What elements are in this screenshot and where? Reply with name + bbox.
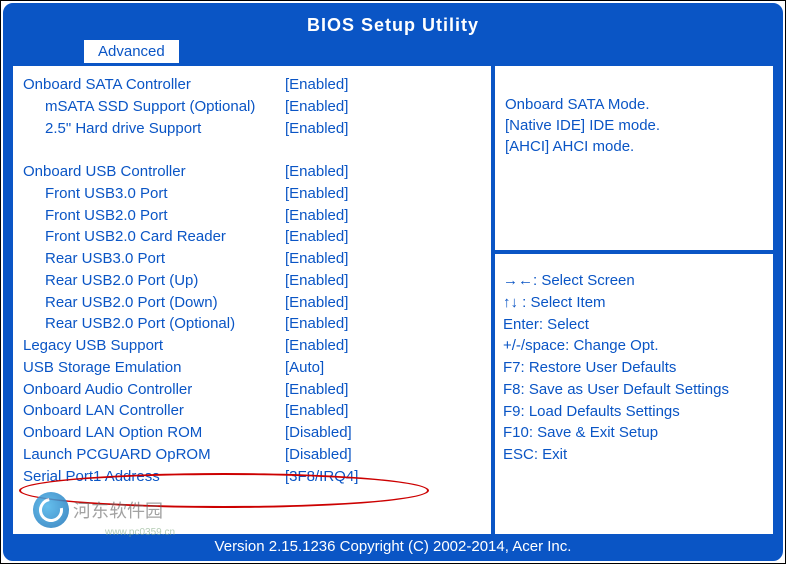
setting-label: Onboard Audio Controller <box>23 379 285 401</box>
footer: Version 2.15.1236 Copyright (C) 2002-201… <box>10 535 776 555</box>
setting-label: Rear USB2.0 Port (Optional) <box>23 313 285 335</box>
key-hint: F8: Save as User Default Settings <box>503 379 765 401</box>
setting-value[interactable]: [Enabled] <box>285 118 485 140</box>
tab-advanced[interactable]: Advanced <box>83 39 180 64</box>
key-hint: Enter: Select <box>503 314 765 336</box>
setting-label: Onboard LAN Controller <box>23 400 285 422</box>
setting-row[interactable]: Front USB2.0 Port[Enabled] <box>23 205 485 227</box>
watermark-text: 河东软件园 <box>73 497 163 523</box>
help-panel: Onboard SATA Mode. [Native IDE] IDE mode… <box>494 65 774 251</box>
setting-label: 2.5" Hard drive Support <box>23 118 285 140</box>
setting-value[interactable]: [Enabled] <box>285 335 485 357</box>
key-hint: F10: Save & Exit Setup <box>503 422 765 444</box>
setting-row[interactable]: Rear USB2.0 Port (Optional)[Enabled] <box>23 313 485 335</box>
setting-row[interactable]: Onboard Audio Controller[Enabled] <box>23 379 485 401</box>
setting-label: Serial Port1 Address <box>23 466 285 488</box>
setting-label: Onboard SATA Controller <box>23 74 285 96</box>
setting-label: mSATA SSD Support (Optional) <box>23 96 285 118</box>
setting-row[interactable]: Onboard LAN Controller[Enabled] <box>23 400 485 422</box>
key-hint: ↑↓ : Select Item <box>503 292 765 314</box>
setting-value[interactable]: [AHCI] <box>285 139 485 161</box>
setting-label: Rear USB2.0 Port (Up) <box>23 270 285 292</box>
setting-value[interactable]: [Enabled] <box>285 205 485 227</box>
setting-label: Front USB2.0 Port <box>23 205 285 227</box>
watermark: 河东软件园 www.pc0359.cn <box>33 492 163 528</box>
setting-value[interactable]: [Disabled] <box>285 422 485 444</box>
setting-row[interactable]: Rear USB3.0 Port[Enabled] <box>23 248 485 270</box>
setting-row[interactable]: Onboard LAN Option ROM[Disabled] <box>23 422 485 444</box>
setting-value[interactable]: [Enabled] <box>285 313 485 335</box>
key-hint: F9: Load Defaults Settings <box>503 401 765 423</box>
setting-label: Onboard USB Controller <box>23 161 285 183</box>
settings-panel[interactable]: Onboard SATA Controller[Enabled]mSATA SS… <box>12 65 492 535</box>
setting-value[interactable]: [Enabled] <box>285 379 485 401</box>
setting-label: Onboard LAN Option ROM <box>23 422 285 444</box>
setting-row[interactable]: Front USB2.0 Card Reader[Enabled] <box>23 226 485 248</box>
setting-row[interactable]: 2.5" Hard drive Support[Enabled] <box>23 118 485 140</box>
setting-value[interactable]: [Enabled] <box>285 270 485 292</box>
setting-label: Rear USB2.0 Port (Down) <box>23 292 285 314</box>
setting-row[interactable]: Rear USB2.0 Port (Down)[Enabled] <box>23 292 485 314</box>
setting-value[interactable]: [Enabled] <box>285 183 485 205</box>
key-hint: F7: Restore User Defaults <box>503 357 765 379</box>
setting-label: Front USB2.0 Card Reader <box>23 226 285 248</box>
setting-row[interactable]: Rear USB2.0 Port (Up)[Enabled] <box>23 270 485 292</box>
setting-value[interactable]: [Enabled] <box>285 74 485 96</box>
key-hint: →←: Select Screen <box>503 270 765 292</box>
key-hint: +/-/space: Change Opt. <box>503 335 765 357</box>
setting-value[interactable]: [Auto] <box>285 357 485 379</box>
setting-value[interactable]: [Enabled] <box>285 161 485 183</box>
watermark-url: www.pc0359.cn <box>105 527 175 538</box>
setting-row[interactable]: USB Storage Emulation[Auto] <box>23 357 485 379</box>
help-line: [Native IDE] IDE mode. <box>505 115 763 136</box>
setting-value[interactable]: [Enabled] <box>285 226 485 248</box>
key-hints-panel: →←: Select Screen ↑↓ : Select Item Enter… <box>494 253 774 535</box>
setting-row[interactable]: Onboard USB Controller[Enabled] <box>23 161 485 183</box>
setting-label: USB Storage Emulation <box>23 357 285 379</box>
setting-value[interactable]: [Enabled] <box>285 292 485 314</box>
bios-frame: BIOS Setup Utility Advanced Onboard SATA… <box>3 3 783 561</box>
setting-label: Launch PCGUARD OpROM <box>23 444 285 466</box>
setting-row[interactable]: Onboard SATA Mode[AHCI] <box>23 139 485 161</box>
setting-row[interactable]: mSATA SSD Support (Optional)[Enabled] <box>23 96 485 118</box>
setting-row[interactable]: Front USB3.0 Port[Enabled] <box>23 183 485 205</box>
key-hint: ESC: Exit <box>503 444 765 466</box>
watermark-logo-icon <box>33 492 69 528</box>
side-panel: Onboard SATA Mode. [Native IDE] IDE mode… <box>494 65 774 535</box>
setting-label: Front USB3.0 Port <box>23 183 285 205</box>
bios-window: BIOS Setup Utility Advanced Onboard SATA… <box>0 0 786 564</box>
setting-value[interactable]: [Disabled] <box>285 444 485 466</box>
tab-row: Advanced <box>10 39 776 63</box>
setting-label: Onboard SATA Mode <box>23 139 285 161</box>
setting-row[interactable]: Launch PCGUARD OpROM[Disabled] <box>23 444 485 466</box>
title-bar: BIOS Setup Utility <box>10 10 776 39</box>
setting-label: Rear USB3.0 Port <box>23 248 285 270</box>
setting-value[interactable]: [Enabled] <box>285 400 485 422</box>
setting-value[interactable]: [3F8/IRQ4] <box>285 466 485 488</box>
content: Onboard SATA Controller[Enabled]mSATA SS… <box>10 65 776 535</box>
setting-row[interactable]: Serial Port1 Address[3F8/IRQ4] <box>23 466 485 488</box>
setting-value[interactable]: [Enabled] <box>285 248 485 270</box>
setting-row[interactable]: Onboard SATA Controller[Enabled] <box>23 74 485 96</box>
setting-row[interactable]: Legacy USB Support[Enabled] <box>23 335 485 357</box>
setting-label: Legacy USB Support <box>23 335 285 357</box>
setting-value[interactable]: [Enabled] <box>285 96 485 118</box>
help-line: Onboard SATA Mode. <box>505 94 763 115</box>
help-line: [AHCI] AHCI mode. <box>505 136 763 157</box>
